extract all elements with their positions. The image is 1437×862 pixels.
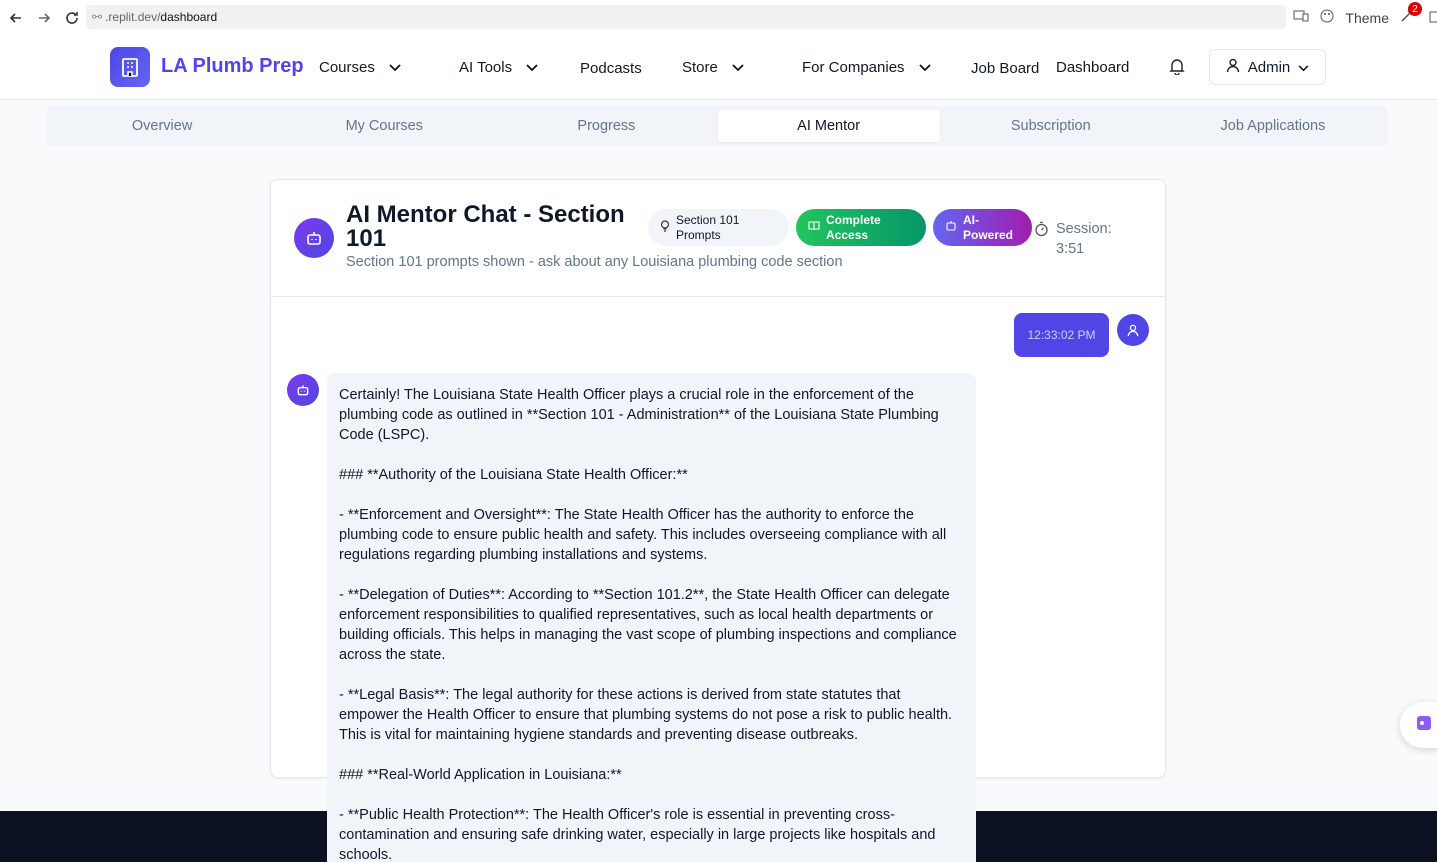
floating-assistant-button[interactable] <box>1400 702 1437 748</box>
user-message-time: 12:33:02 PM <box>1027 328 1096 342</box>
message-heading: ### **Authority of the Louisiana State H… <box>339 467 688 483</box>
tab-ai-mentor[interactable]: AI Mentor <box>717 110 940 142</box>
share-icon[interactable] <box>1429 9 1437 26</box>
tab-overview[interactable]: Overview <box>51 110 273 142</box>
chat-header: AI Mentor Chat - Section 101 Section 101… <box>271 180 1165 297</box>
chevron-down-icon <box>732 59 744 76</box>
assistant-message: Certainly! The Louisiana State Health Of… <box>327 373 976 862</box>
theme-label[interactable]: Theme <box>1345 10 1389 26</box>
url-path: dashboard <box>160 10 218 24</box>
tab-subscription[interactable]: Subscription <box>940 110 1162 142</box>
section-prompts-label: Section 101 Prompts <box>676 212 740 242</box>
message-paragraph: Certainly! The Louisiana State Health Of… <box>339 387 943 443</box>
section-prompts-badge: Section 101 Prompts <box>648 209 789 246</box>
nav-store-label: Store <box>682 59 718 76</box>
message-heading: ### **Real-World Application in Louisian… <box>339 767 622 783</box>
message-paragraph: - **Enforcement and Oversight**: The Sta… <box>339 507 951 563</box>
message-paragraph: - **Legal Basis**: The legal authority f… <box>339 687 956 743</box>
ai-powered-label: AI-Powered <box>963 212 1014 242</box>
message-paragraph: - **Public Health Protection**: The Heal… <box>339 807 940 862</box>
devices-icon[interactable] <box>1293 9 1309 26</box>
chevron-down-icon <box>1298 59 1309 76</box>
link-icon: ⚯ <box>92 10 103 24</box>
complete-access-badge: Complete Access <box>796 209 926 246</box>
forward-icon[interactable] <box>33 7 55 29</box>
chevron-down-icon <box>918 59 931 76</box>
browser-toolbar: ⚯ .replit.dev/dashboard Theme 2 <box>0 0 1437 35</box>
ai-powered-badge: AI-Powered <box>933 209 1032 246</box>
tab-my-courses[interactable]: My Courses <box>273 110 495 142</box>
palette-icon[interactable] <box>1319 8 1335 27</box>
nav-job-board[interactable]: Job Board <box>971 60 1039 77</box>
nav-for-companies-label: For Companies <box>802 59 905 76</box>
address-bar[interactable]: ⚯ .replit.dev/dashboard <box>86 5 1286 29</box>
nav-podcasts-label: Podcasts <box>580 60 642 77</box>
session-timer: Session: 3:51 <box>1056 221 1112 257</box>
dashboard-tabs: Overview My Courses Progress AI Mentor S… <box>47 106 1388 146</box>
nav-podcasts[interactable]: Podcasts <box>580 60 642 77</box>
nav-store[interactable]: Store <box>682 59 744 76</box>
message-paragraph: - **Delegation of Duties**: According to… <box>339 587 961 663</box>
tab-progress[interactable]: Progress <box>495 110 717 142</box>
building-icon[interactable] <box>110 47 150 87</box>
nav-job-board-label: Job Board <box>971 60 1040 77</box>
chevron-down-icon <box>389 59 401 76</box>
nav-courses[interactable]: Courses <box>319 59 401 76</box>
nav-ai-tools[interactable]: AI Tools <box>459 59 538 76</box>
chevron-down-icon <box>526 59 538 76</box>
book-icon <box>808 220 820 235</box>
user-icon <box>1226 58 1240 77</box>
tab-job-applications[interactable]: Job Applications <box>1162 110 1384 142</box>
timer-icon <box>1034 221 1049 242</box>
brand-name[interactable]: LA Plumb Prep <box>161 55 304 78</box>
user-icon <box>1117 314 1149 346</box>
bot-icon <box>287 374 319 406</box>
nav-for-companies[interactable]: For Companies <box>802 59 931 76</box>
nav-courses-label: Courses <box>319 59 375 76</box>
complete-access-label: Complete Access <box>826 212 881 242</box>
chat-subtitle: Section 101 prompts shown - ask about an… <box>346 254 843 270</box>
chat-widget-icon <box>1416 715 1432 736</box>
back-icon[interactable] <box>5 7 27 29</box>
bell-icon[interactable] <box>1169 58 1185 80</box>
url-prefix: .replit.dev/ <box>105 10 161 24</box>
nav-dashboard[interactable]: Dashboard <box>1056 59 1129 76</box>
lightbulb-icon <box>660 219 670 236</box>
extension-badge: 2 <box>1408 2 1422 16</box>
bot-icon <box>294 218 334 258</box>
reload-icon[interactable] <box>61 7 83 29</box>
chat-title: AI Mentor Chat - Section 101 <box>346 201 625 252</box>
nav-ai-tools-label: AI Tools <box>459 59 513 76</box>
app-header: LA Plumb Prep Courses AI Tools Podcasts … <box>0 35 1437 100</box>
bot-icon <box>945 220 957 235</box>
user-message: 12:33:02 PM <box>1014 313 1109 357</box>
admin-label: Admin <box>1247 58 1291 76</box>
nav-dashboard-label: Dashboard <box>1056 59 1130 76</box>
admin-menu-button[interactable]: Admin <box>1209 49 1326 85</box>
